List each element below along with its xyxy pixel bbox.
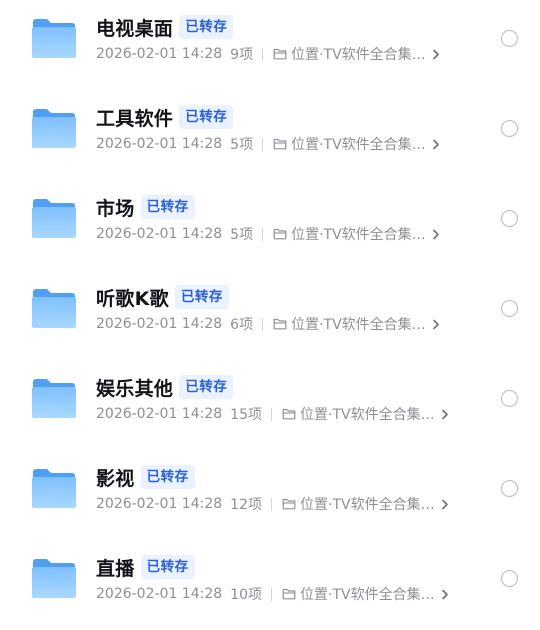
select-radio[interactable] bbox=[501, 570, 518, 587]
folder-name: 直播 bbox=[96, 557, 135, 580]
saved-badge: 已转存 bbox=[174, 285, 229, 309]
meta-line: 2026-02-01 14:28 10项 位置·TV软件全合集… bbox=[96, 584, 449, 604]
item-count: 9项 bbox=[230, 47, 254, 63]
title-line: 工具软件 已转存 bbox=[96, 103, 234, 131]
saved-badge: 已转存 bbox=[179, 15, 234, 39]
folder-icon bbox=[31, 377, 77, 419]
modified-datetime: 2026-02-01 14:28 bbox=[96, 586, 223, 602]
location-text: 位置·TV软件全合集… bbox=[291, 227, 426, 243]
saved-badge: 已转存 bbox=[140, 195, 195, 219]
location-link[interactable]: 位置·TV软件全合集… bbox=[273, 224, 440, 244]
meta-line: 2026-02-01 14:28 5项 位置·TV软件全合集… bbox=[96, 224, 440, 244]
modified-datetime: 2026-02-01 14:28 bbox=[96, 46, 223, 62]
meta-line: 2026-02-01 14:28 15项 位置·TV软件全合集… bbox=[96, 404, 449, 424]
location-text: 位置·TV软件全合集… bbox=[300, 407, 435, 423]
folder-name: 工具软件 bbox=[96, 107, 174, 130]
saved-badge: 已转存 bbox=[140, 465, 195, 489]
location-link[interactable]: 位置·TV软件全合集… bbox=[282, 404, 449, 424]
location-link[interactable]: 位置·TV软件全合集… bbox=[282, 584, 449, 604]
meta-divider bbox=[262, 227, 264, 241]
meta-divider bbox=[271, 407, 272, 421]
location-text: 位置·TV软件全合集… bbox=[291, 137, 426, 153]
meta-line: 2026-02-01 14:28 12项 位置·TV软件全合集… bbox=[96, 494, 449, 514]
location-text: 位置·TV软件全合集… bbox=[291, 47, 426, 63]
meta-line: 2026-02-01 14:28 9项 位置·TV软件全合集… bbox=[96, 44, 440, 64]
select-radio[interactable] bbox=[501, 210, 518, 227]
file-list: 电视桌面 已转存 2026-02-01 14:28 9项 位置·TV软件全合集… bbox=[0, 0, 540, 616]
item-count: 5项 bbox=[230, 227, 254, 243]
modified-datetime: 2026-02-01 14:28 bbox=[96, 406, 223, 422]
file-row[interactable]: 直播 已转存 2026-02-01 14:28 10项 位置·TV软件全合集… bbox=[0, 540, 540, 630]
item-count: 5项 bbox=[230, 137, 254, 153]
title-line: 听歌K歌 已转存 bbox=[96, 283, 229, 311]
item-count: 6项 bbox=[230, 317, 254, 333]
location-text: 位置·TV软件全合集… bbox=[300, 587, 435, 603]
meta-divider bbox=[271, 497, 272, 511]
folder-icon bbox=[31, 17, 77, 59]
select-radio[interactable] bbox=[501, 30, 518, 47]
modified-datetime: 2026-02-01 14:28 bbox=[96, 496, 223, 512]
saved-badge: 已转存 bbox=[179, 375, 234, 399]
item-count: 15项 bbox=[230, 407, 262, 423]
folder-icon bbox=[31, 287, 77, 329]
chevron-right-icon bbox=[432, 319, 440, 330]
folder-icon bbox=[31, 467, 77, 509]
location-link[interactable]: 位置·TV软件全合集… bbox=[273, 134, 440, 154]
meta-line: 2026-02-01 14:28 5项 位置·TV软件全合集… bbox=[96, 134, 440, 154]
file-row[interactable]: 市场 已转存 2026-02-01 14:28 5项 位置·TV软件全合集… bbox=[0, 180, 540, 270]
meta-divider bbox=[262, 47, 264, 61]
chevron-right-icon bbox=[432, 139, 440, 150]
location-link[interactable]: 位置·TV软件全合集… bbox=[282, 494, 449, 514]
folder-outline-icon bbox=[282, 588, 296, 600]
title-line: 电视桌面 已转存 bbox=[96, 13, 234, 41]
file-row[interactable]: 工具软件 已转存 2026-02-01 14:28 5项 位置·TV软件全合集… bbox=[0, 90, 540, 180]
item-count: 10项 bbox=[230, 587, 262, 603]
folder-icon bbox=[31, 557, 77, 599]
meta-divider bbox=[271, 587, 272, 601]
chevron-right-icon bbox=[441, 409, 449, 420]
saved-badge: 已转存 bbox=[179, 105, 234, 129]
meta-divider bbox=[262, 317, 264, 331]
location-text: 位置·TV软件全合集… bbox=[300, 497, 435, 513]
location-link[interactable]: 位置·TV软件全合集… bbox=[273, 314, 440, 334]
modified-datetime: 2026-02-01 14:28 bbox=[96, 226, 223, 242]
saved-badge: 已转存 bbox=[140, 555, 195, 579]
title-line: 市场 已转存 bbox=[96, 193, 195, 221]
location-text: 位置·TV软件全合集… bbox=[291, 317, 426, 333]
file-row[interactable]: 电视桌面 已转存 2026-02-01 14:28 9项 位置·TV软件全合集… bbox=[0, 0, 540, 90]
meta-line: 2026-02-01 14:28 6项 位置·TV软件全合集… bbox=[96, 314, 440, 334]
modified-datetime: 2026-02-01 14:28 bbox=[96, 136, 223, 152]
title-line: 影视 已转存 bbox=[96, 463, 195, 491]
select-radio[interactable] bbox=[501, 390, 518, 407]
file-row[interactable]: 影视 已转存 2026-02-01 14:28 12项 位置·TV软件全合集… bbox=[0, 450, 540, 540]
folder-name: 市场 bbox=[96, 197, 135, 220]
folder-name: 影视 bbox=[96, 467, 135, 490]
folder-outline-icon bbox=[273, 48, 287, 60]
select-radio[interactable] bbox=[501, 480, 518, 497]
file-row[interactable]: 听歌K歌 已转存 2026-02-01 14:28 6项 位置·TV软件全合集… bbox=[0, 270, 540, 360]
folder-name: 电视桌面 bbox=[96, 17, 174, 40]
folder-icon bbox=[31, 197, 77, 239]
select-radio[interactable] bbox=[501, 300, 518, 317]
folder-name: 娱乐其他 bbox=[96, 377, 174, 400]
title-line: 直播 已转存 bbox=[96, 553, 195, 581]
title-line: 娱乐其他 已转存 bbox=[96, 373, 234, 401]
folder-outline-icon bbox=[282, 498, 296, 510]
folder-name: 听歌K歌 bbox=[96, 287, 169, 310]
folder-outline-icon bbox=[282, 408, 296, 420]
file-row[interactable]: 娱乐其他 已转存 2026-02-01 14:28 15项 位置·TV软件全合集… bbox=[0, 360, 540, 450]
folder-outline-icon bbox=[273, 318, 287, 330]
location-link[interactable]: 位置·TV软件全合集… bbox=[273, 44, 440, 64]
folder-icon bbox=[31, 107, 77, 149]
select-radio[interactable] bbox=[501, 120, 518, 137]
chevron-right-icon bbox=[441, 499, 449, 510]
folder-outline-icon bbox=[273, 228, 287, 240]
modified-datetime: 2026-02-01 14:28 bbox=[96, 316, 223, 332]
folder-outline-icon bbox=[273, 138, 287, 150]
chevron-right-icon bbox=[441, 589, 449, 600]
item-count: 12项 bbox=[230, 497, 262, 513]
chevron-right-icon bbox=[432, 49, 440, 60]
chevron-right-icon bbox=[432, 229, 440, 240]
meta-divider bbox=[262, 137, 264, 151]
